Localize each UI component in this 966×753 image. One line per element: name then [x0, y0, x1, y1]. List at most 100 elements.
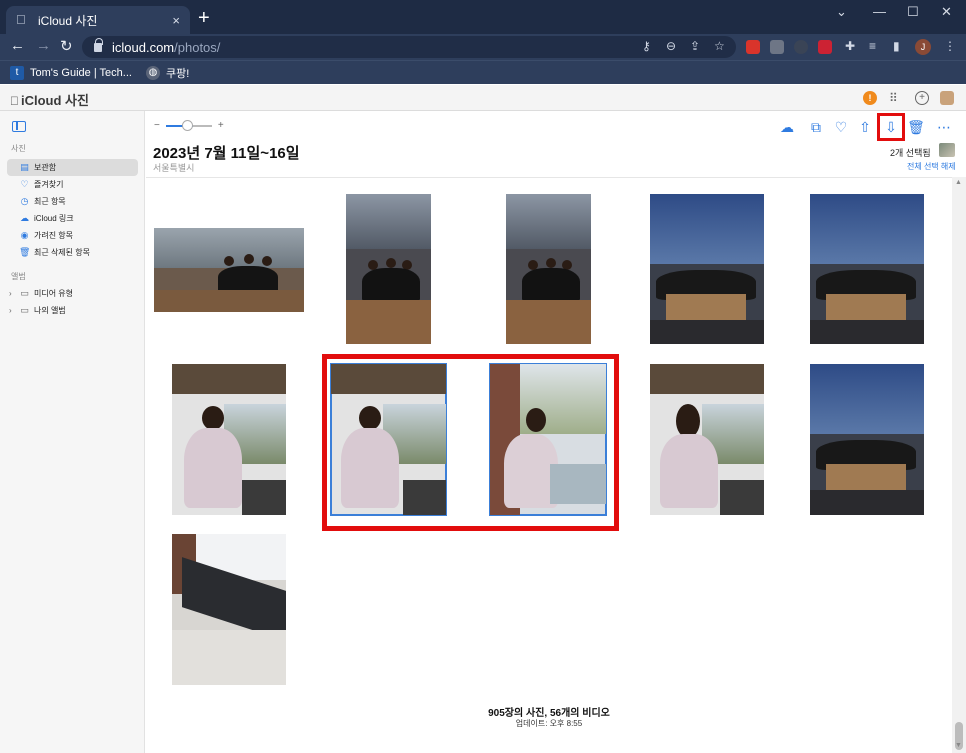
- sidebar-section-photos: 사진: [11, 144, 26, 153]
- sidebar-item-hidden[interactable]: ◉ 가려진 항목: [7, 227, 138, 244]
- chevron-right-icon[interactable]: ›: [9, 289, 12, 298]
- upload-icon[interactable]: ☁: [778, 118, 796, 136]
- library-count: 905장의 사진, 56개의 비디오: [488, 708, 610, 719]
- bookmark-label: 쿠팡!: [165, 67, 190, 80]
- deselect-all-link[interactable]: 전체 선택 해제: [907, 161, 956, 172]
- zoom-in-button[interactable]: +: [218, 120, 224, 131]
- scroll-down-icon[interactable]: ▼: [955, 742, 962, 749]
- zoom-slider[interactable]: [165, 119, 212, 131]
- page-title: 2023년 7월 11일~16일: [153, 145, 300, 162]
- browser-menu-icon[interactable]: ⋮: [944, 39, 956, 53]
- zoom-out-button[interactable]: −: [154, 120, 160, 131]
- share-icon[interactable]: ⇧: [856, 118, 874, 136]
- address-bar[interactable]: icloud.com/photos/: [82, 36, 736, 58]
- browser-tab-bar:  iCloud 사진 × + ⌄ — ☐ ✕: [0, 0, 966, 34]
- sidebar-item-label: 즐겨찾기: [34, 180, 64, 189]
- alert-icon[interactable]: !: [863, 91, 877, 105]
- zoom-slider-knob[interactable]: [181, 119, 193, 131]
- photo-thumbnail[interactable]: [650, 364, 764, 515]
- sidebar-item-label: 보관함: [34, 163, 57, 172]
- app-grid-icon[interactable]: ⠿: [889, 91, 903, 105]
- sidebar-item-my-albums[interactable]: › ▭ 나의 앨범: [7, 302, 138, 319]
- extension-youtube-icon[interactable]: [818, 40, 832, 54]
- photo-thumbnail[interactable]: [172, 364, 286, 515]
- sidebar-item-favorites[interactable]: ♡ 즐겨찾기: [7, 176, 138, 193]
- new-tab-button[interactable]: +: [198, 7, 210, 29]
- bookmark-label: Tom's Guide | Tech...: [30, 66, 132, 79]
- url-path: /photos/: [174, 39, 221, 55]
- forward-icon[interactable]: →: [36, 37, 51, 54]
- clock-icon: ◷: [20, 196, 29, 206]
- photo-thumbnail[interactable]: [506, 194, 591, 344]
- sidebar-toggle-icon[interactable]: [12, 121, 26, 132]
- apple-favicon-icon: : [16, 13, 30, 27]
- tab-title: iCloud 사진: [38, 13, 98, 28]
- last-updated: 업데이트: 오후 8:55: [515, 719, 583, 728]
- icloud-header: iCloud 사진 ! ⠿ +: [0, 85, 966, 111]
- minimize-icon[interactable]: —: [873, 4, 886, 19]
- scrollbar[interactable]: ▲ ▼: [952, 177, 966, 753]
- add-icon[interactable]: +: [915, 91, 929, 105]
- sidebar-item-label: 최근 항목: [34, 197, 66, 206]
- trash-icon: 🗑: [19, 247, 31, 257]
- sidebar-item-recents[interactable]: ◷ 최근 항목: [7, 193, 138, 210]
- folder-icon: ▭: [20, 288, 29, 298]
- sidebar-item-icloud-links[interactable]: ☁ iCloud 링크: [7, 210, 138, 227]
- sidebar-section-albums: 앨범: [11, 272, 26, 281]
- extension-gray-icon[interactable]: [770, 40, 784, 54]
- share-icon[interactable]: ⇪: [690, 39, 700, 53]
- scroll-up-icon[interactable]: ▲: [955, 179, 962, 186]
- download-highlight-box: [877, 113, 905, 141]
- reading-list-icon[interactable]: ≡: [869, 39, 876, 53]
- side-panel-icon[interactable]: ▮: [893, 39, 900, 53]
- tab-search-icon[interactable]: ⌄: [836, 4, 847, 20]
- lock-icon: [94, 37, 103, 52]
- sidebar-item-label: 나의 앨범: [34, 306, 66, 315]
- folder-icon: ▭: [20, 305, 29, 315]
- add-to-album-icon[interactable]: ⧉: [807, 118, 825, 136]
- bookmark-coupang[interactable]: ◍ 쿠팡!: [145, 65, 190, 81]
- delete-icon[interactable]: 🗑: [907, 118, 925, 136]
- bookmark-toms-guide[interactable]: t Tom's Guide | Tech...: [10, 65, 132, 80]
- heart-icon: ♡: [20, 179, 29, 189]
- sidebar-item-media-types[interactable]: › ▭ 미디어 유형: [7, 285, 138, 302]
- sidebar-item-label: iCloud 링크: [34, 214, 74, 223]
- extension-red-icon[interactable]: [746, 40, 760, 54]
- browser-tab[interactable]:  iCloud 사진 ×: [6, 6, 190, 34]
- profile-avatar[interactable]: J: [915, 39, 931, 55]
- extension-circle-icon[interactable]: [794, 40, 808, 54]
- sidebar-item-library[interactable]: ▤ 보관함: [7, 159, 138, 176]
- bookmark-star-icon[interactable]: ☆: [714, 39, 725, 53]
- close-window-icon[interactable]: ✕: [941, 4, 952, 20]
- url-host: icloud.com: [112, 39, 175, 55]
- extensions-puzzle-icon[interactable]: ✚: [845, 39, 855, 53]
- back-icon[interactable]: ←: [10, 37, 25, 54]
- apple-logo-icon: : [10, 94, 19, 108]
- toms-guide-icon: t: [10, 65, 24, 80]
- chevron-right-icon[interactable]: ›: [9, 306, 12, 315]
- sidebar-item-recently-deleted[interactable]: 🗑 최근 삭제된 항목: [7, 244, 138, 261]
- key-icon[interactable]: ⚷: [642, 39, 651, 53]
- tab-close-icon[interactable]: ×: [172, 13, 180, 28]
- photo-thumbnail[interactable]: [650, 194, 764, 344]
- reload-icon[interactable]: ↻: [60, 37, 73, 55]
- library-icon: ▤: [20, 162, 29, 172]
- photo-thumbnail[interactable]: [810, 194, 924, 344]
- photo-thumbnail[interactable]: [172, 534, 286, 685]
- maximize-icon[interactable]: ☐: [907, 4, 919, 20]
- eye-icon: ◉: [20, 230, 29, 240]
- header-divider: [146, 177, 966, 178]
- selection-thumbnail: [939, 143, 955, 157]
- zoom-control: − +: [154, 119, 224, 131]
- app-title[interactable]: iCloud 사진: [10, 90, 89, 109]
- sidebar-item-label: 최근 삭제된 항목: [34, 248, 90, 257]
- photo-thumbnail[interactable]: [810, 364, 924, 515]
- account-avatar-icon[interactable]: [940, 91, 954, 105]
- photo-thumbnail[interactable]: [346, 194, 431, 344]
- sidebar-item-label: 가려진 항목: [34, 231, 74, 240]
- zoom-icon[interactable]: ⊖: [666, 39, 676, 53]
- photo-thumbnail[interactable]: [154, 228, 304, 312]
- more-options-icon[interactable]: ⋯: [933, 118, 955, 136]
- favorite-icon[interactable]: ♡: [832, 118, 850, 136]
- photo-library-main: − + 2023년 7월 11일~16일 서울특별시 ☁ ⧉ ♡ ⇧ ⇩ 🗑 ⋯…: [146, 111, 966, 753]
